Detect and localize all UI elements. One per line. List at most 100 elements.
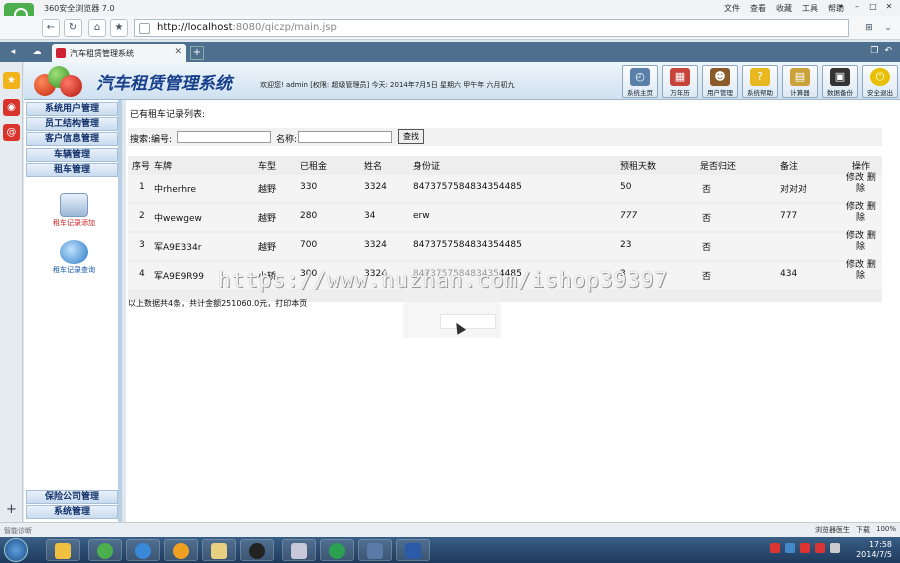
minimize-icon[interactable]: – bbox=[850, 1, 864, 13]
tray-network-icon[interactable] bbox=[785, 543, 795, 553]
add-sidebar-icon[interactable]: + bbox=[6, 502, 17, 517]
delete-link-wrap[interactable]: 除 bbox=[846, 242, 865, 252]
tray-qq2-icon[interactable] bbox=[815, 543, 825, 553]
browser-statusbar: 智能诊断 浏览器医生 下载 100% bbox=[0, 522, 900, 537]
taskbar-app-5[interactable] bbox=[202, 539, 236, 561]
taskbar-app-1[interactable] bbox=[46, 539, 80, 561]
status-diagnose[interactable]: 智能诊断 bbox=[4, 526, 32, 536]
taskbar-app-2[interactable] bbox=[88, 539, 122, 561]
taskbar-app-10[interactable] bbox=[396, 539, 430, 561]
delete-link-wrap[interactable]: 除 bbox=[846, 184, 865, 194]
table-row: 1 中rherhre 越野 330 3324 84737575848343544… bbox=[128, 173, 882, 202]
taskbar-app-3[interactable] bbox=[126, 539, 160, 561]
dropdown-chevron-icon[interactable]: ⌄ bbox=[880, 19, 896, 37]
refresh-button[interactable]: ↻ bbox=[64, 19, 82, 37]
delete-link[interactable]: 删 bbox=[867, 202, 876, 212]
search-name-label: 名称: bbox=[276, 135, 298, 145]
restore-tab-icon[interactable]: ❐ bbox=[870, 46, 878, 56]
tool-logout-button[interactable]: ⏻ 安全退出 bbox=[862, 65, 898, 98]
edit-link[interactable]: 修改 bbox=[846, 231, 864, 241]
browser-menu: 文件 查看 收藏 工具 帮助 bbox=[724, 3, 844, 14]
browser-side-rail: ★ ◉ @ + bbox=[0, 62, 23, 522]
delete-link[interactable]: 删 bbox=[867, 231, 876, 241]
delete-link[interactable]: 删 bbox=[867, 173, 876, 183]
sidebar-item-system[interactable]: 系统管理 bbox=[26, 505, 118, 519]
menu-file[interactable]: 文件 bbox=[724, 3, 740, 14]
delete-link[interactable]: 删 bbox=[867, 260, 876, 270]
taskbar-app-6[interactable] bbox=[240, 539, 274, 561]
taskbar-app-8[interactable] bbox=[320, 539, 354, 561]
menu-favorites[interactable]: 收藏 bbox=[776, 3, 792, 14]
tool-calculator-button[interactable]: ▤ 计算器 bbox=[782, 65, 818, 98]
menu-tools[interactable]: 工具 bbox=[802, 3, 818, 14]
status-zoom[interactable]: 100% bbox=[876, 525, 896, 535]
favorites-star-icon[interactable]: ★ bbox=[3, 72, 20, 89]
sidebar-item-insurance[interactable]: 保险公司管理 bbox=[26, 490, 118, 504]
sidebar-item-customers[interactable]: 客户信息管理 bbox=[26, 132, 118, 146]
tools-icon bbox=[291, 543, 307, 559]
close-icon[interactable]: ✕ bbox=[882, 1, 896, 13]
sidebar-sub-add-record[interactable]: 租车记录添加 bbox=[40, 193, 108, 228]
tray-app-icon[interactable] bbox=[770, 543, 780, 553]
weibo-icon[interactable]: ◉ bbox=[3, 99, 20, 116]
search-no-input[interactable] bbox=[177, 131, 271, 143]
sidebar-toggle-icon[interactable]: ◂ bbox=[6, 45, 20, 59]
word-icon bbox=[405, 543, 421, 559]
edit-link[interactable]: 修改 bbox=[846, 260, 864, 270]
tray-qq-icon[interactable] bbox=[800, 543, 810, 553]
cell-plate: 中rherhre bbox=[154, 185, 197, 195]
tool-user-button[interactable]: ☻ 用户管理 bbox=[702, 65, 738, 98]
row-actions: 修改 删 除 bbox=[846, 231, 886, 253]
favorite-button[interactable]: ★ bbox=[110, 19, 128, 37]
new-tab-button[interactable]: + bbox=[190, 46, 204, 60]
tab-close-icon[interactable]: ✕ bbox=[174, 47, 182, 57]
search-button[interactable]: 查找 bbox=[398, 129, 424, 144]
taskbar-app-9[interactable] bbox=[358, 539, 392, 561]
sidebar-item-staff[interactable]: 员工结构管理 bbox=[26, 117, 118, 131]
search-name-input[interactable] bbox=[298, 131, 392, 143]
col-plate: 车牌 bbox=[154, 162, 173, 172]
tool-calendar-button[interactable]: ▦ 万年历 bbox=[662, 65, 698, 98]
home-button[interactable]: ⌂ bbox=[88, 19, 106, 37]
undo-close-icon[interactable]: ↶ bbox=[884, 46, 892, 56]
status-download[interactable]: 下载 bbox=[856, 525, 870, 535]
home-icon: ⌂ bbox=[93, 22, 101, 33]
sidebar-item-rentals[interactable]: 租车管理 bbox=[26, 163, 118, 177]
tool-help-button[interactable]: ? 系统帮助 bbox=[742, 65, 778, 98]
star-icon: ★ bbox=[114, 22, 124, 33]
folder-icon bbox=[211, 543, 227, 559]
edit-link[interactable]: 修改 bbox=[846, 173, 864, 183]
tool-backup-button[interactable]: ▣ 数据备份 bbox=[822, 65, 858, 98]
cloud-icon[interactable]: ☁ bbox=[30, 45, 44, 59]
cell-type: 越野 bbox=[258, 214, 277, 224]
tab-active[interactable]: 汽车租赁管理系统 ✕ bbox=[52, 44, 186, 62]
start-button[interactable] bbox=[4, 538, 28, 562]
maximize-icon[interactable]: □ bbox=[866, 1, 880, 13]
taskbar-app-7[interactable] bbox=[282, 539, 316, 561]
back-button[interactable]: ← bbox=[42, 19, 60, 37]
delete-link-wrap[interactable]: 除 bbox=[846, 271, 865, 281]
menu-view[interactable]: 查看 bbox=[750, 3, 766, 14]
row-actions: 修改 删 除 bbox=[846, 260, 886, 282]
tool-home-button[interactable]: ◴ 系统主页 bbox=[622, 65, 658, 98]
status-right: 浏览器医生 下载 100% bbox=[815, 525, 896, 535]
skin-icon[interactable]: ▾ bbox=[834, 1, 848, 13]
back-arrow-icon: ← bbox=[46, 22, 56, 33]
sidebar-item-vehicles[interactable]: 车辆管理 bbox=[26, 148, 118, 162]
security-shield-icon bbox=[139, 23, 150, 34]
sidebar-item-system-users[interactable]: 系统用户管理 bbox=[26, 102, 118, 116]
tray-volume-icon[interactable] bbox=[830, 543, 840, 553]
status-doctor[interactable]: 浏览器医生 bbox=[815, 525, 850, 535]
table-row: 2 中wewgew 越野 280 34 erw 777 否 777 修改 删 除 bbox=[128, 202, 882, 231]
row-actions: 修改 删 除 bbox=[846, 173, 886, 195]
clock-time: 17:58 bbox=[868, 540, 892, 549]
user-icon: ☻ bbox=[710, 68, 730, 86]
mail-icon[interactable]: @ bbox=[3, 124, 20, 141]
sidebar-sub-query-record[interactable]: 租车记录查询 bbox=[40, 240, 108, 275]
edit-link[interactable]: 修改 bbox=[846, 202, 864, 212]
taskbar-app-4[interactable] bbox=[164, 539, 198, 561]
taskbar-clock[interactable]: 17:58 2014/7/5 bbox=[856, 540, 892, 560]
url-input[interactable]: http://localhost:8080/qiczp/main.jsp bbox=[134, 19, 849, 37]
delete-link-wrap[interactable]: 除 bbox=[846, 213, 865, 223]
compat-mode-icon[interactable]: ⊞ bbox=[861, 19, 877, 37]
